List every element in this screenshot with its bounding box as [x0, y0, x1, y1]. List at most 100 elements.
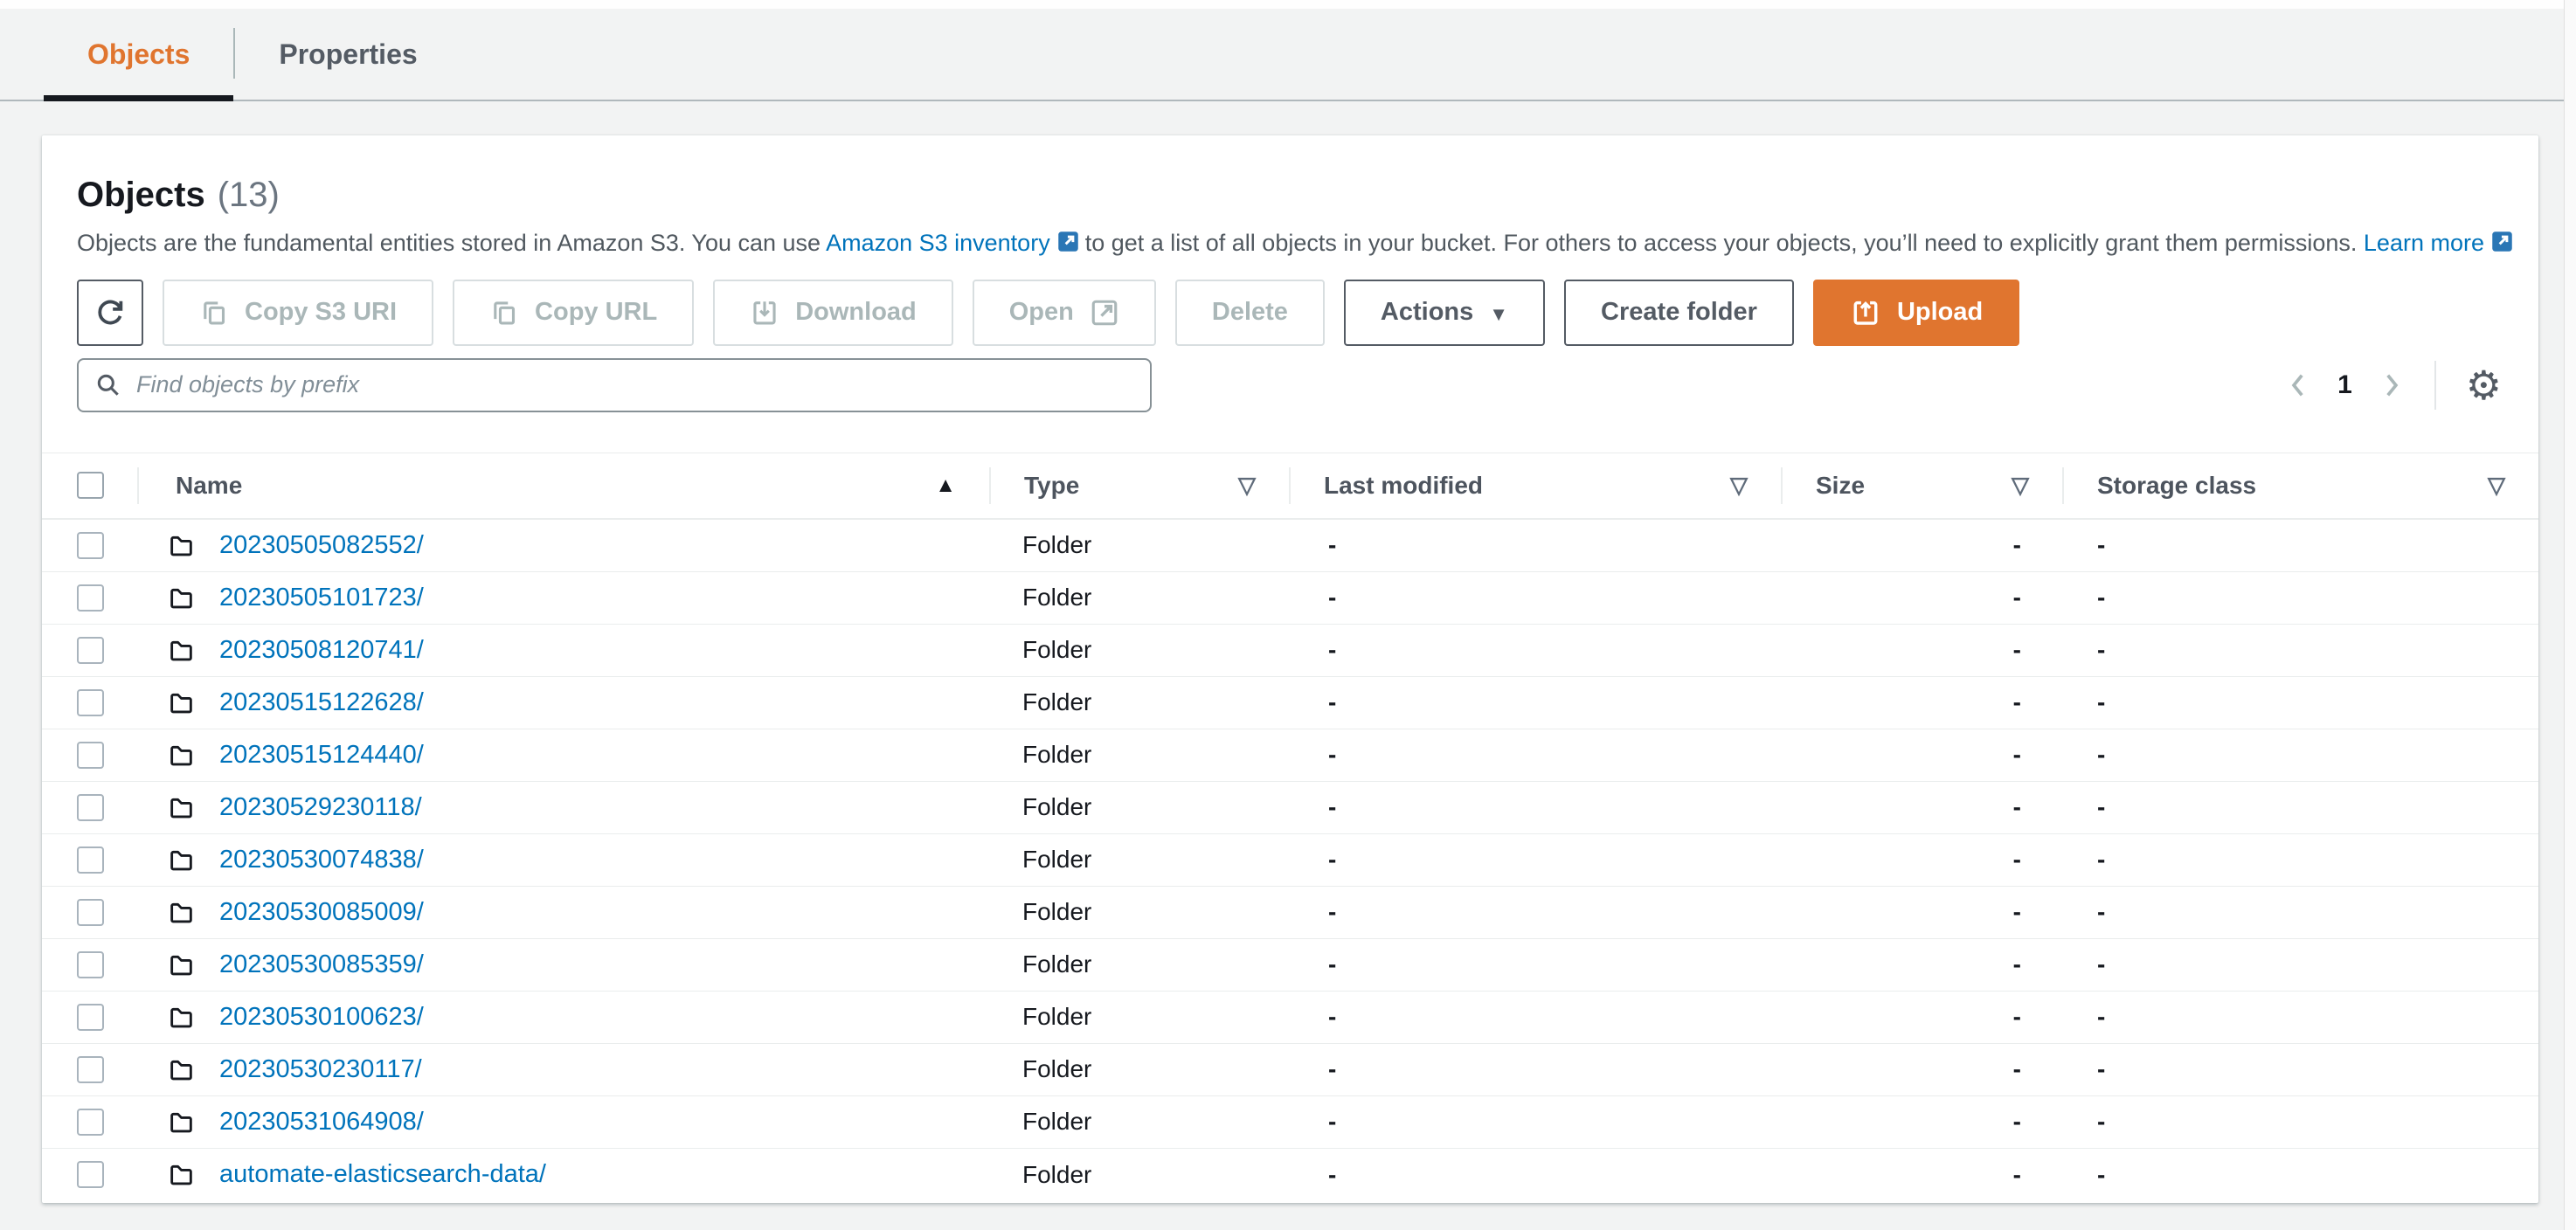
folder-link[interactable]: 20230515122628/ [219, 688, 424, 717]
next-page-button[interactable] [2379, 370, 2405, 400]
row-size-cell: - [2012, 898, 2021, 926]
row-last-modified-cell: - [1328, 1160, 1337, 1188]
filter-row: 1 ⚙ [77, 357, 2503, 412]
search-box[interactable] [77, 357, 1152, 412]
folder-icon [170, 1165, 192, 1185]
filter-icon[interactable]: ▽ [2488, 472, 2538, 499]
row-type-cell: Folder [1022, 531, 1092, 559]
row-checkbox[interactable] [77, 1055, 104, 1083]
copy-s3-uri-button[interactable]: Copy S3 URI [163, 279, 434, 346]
column-header-storage-class[interactable]: Storage class ▽ [2062, 453, 2538, 518]
row-name-cell: 20230530100623/ [137, 1003, 989, 1032]
folder-link[interactable]: 20230531064908/ [219, 1108, 424, 1137]
column-header-size[interactable]: Size ▽ [1781, 453, 2062, 518]
row-type-cell: Folder [1022, 950, 1092, 978]
search-icon [97, 374, 119, 396]
description-text-2: to get a list of all objects in your buc… [1084, 230, 2358, 256]
gear-icon: ⚙ [2465, 362, 2502, 408]
row-checkbox[interactable] [77, 846, 104, 874]
folder-link[interactable]: 20230529230118/ [219, 793, 422, 822]
folder-link[interactable]: 20230508120741/ [219, 636, 424, 665]
row-name-cell: 20230508120741/ [137, 636, 989, 665]
row-checkbox[interactable] [77, 898, 104, 926]
preferences-button[interactable]: ⚙ [2466, 365, 2502, 405]
column-header-name[interactable]: Name ▲ [137, 453, 989, 518]
select-all-checkbox[interactable] [77, 472, 104, 500]
folder-link[interactable]: 20230505082552/ [219, 531, 424, 560]
download-label: Download [795, 298, 917, 327]
row-checkbox[interactable] [77, 950, 104, 978]
row-last-modified-cell: - [1328, 1055, 1337, 1083]
row-size-cell: - [2012, 793, 2021, 821]
row-size-cell: - [2012, 688, 2021, 716]
row-select-cell [42, 572, 137, 624]
filter-icon[interactable]: ▽ [1730, 472, 1781, 499]
row-last-modified-cell: - [1328, 846, 1337, 874]
row-storage-class-cell: - [2097, 898, 2106, 926]
row-select-cell [42, 1149, 137, 1201]
folder-link[interactable]: automate-elasticsearch-data/ [219, 1160, 546, 1189]
row-last-modified-cell: - [1328, 531, 1337, 559]
open-button[interactable]: Open [972, 279, 1156, 346]
tab-objects[interactable]: Objects [44, 9, 234, 101]
upload-label: Upload [1896, 298, 1984, 327]
object-table-body: 20230505082552/ Folder - - - 20230505101… [42, 520, 2538, 1201]
row-checkbox[interactable] [77, 741, 104, 769]
row-checkbox[interactable] [77, 636, 104, 664]
folder-link[interactable]: 20230530074838/ [219, 846, 424, 874]
learn-more-link[interactable]: Learn more [2364, 230, 2484, 256]
panel-description: Objects are the fundamental entities sto… [77, 229, 2512, 259]
folder-link[interactable]: 20230505101723/ [219, 584, 424, 612]
copy-s3-uri-label: Copy S3 URI [245, 298, 398, 327]
row-select-cell [42, 834, 137, 886]
delete-button[interactable]: Delete [1174, 279, 1325, 346]
row-type-cell: Folder [1022, 1003, 1092, 1031]
row-size-cell: - [2012, 741, 2021, 769]
search-input[interactable] [136, 371, 1134, 399]
column-header-type[interactable]: Type ▽ [989, 453, 1289, 518]
previous-page-button[interactable] [2285, 370, 2311, 400]
row-type-cell: Folder [1022, 846, 1092, 874]
row-checkbox[interactable] [77, 584, 104, 612]
folder-icon [170, 640, 192, 661]
create-folder-button[interactable]: Create folder [1564, 279, 1794, 346]
row-checkbox[interactable] [77, 1003, 104, 1031]
table-row: 20230530100623/ Folder - - - [42, 992, 2538, 1044]
refresh-button[interactable] [77, 279, 143, 346]
row-name-cell: 20230531064908/ [137, 1108, 989, 1137]
folder-link[interactable]: 20230530230117/ [219, 1055, 422, 1084]
row-storage-class-cell: - [2097, 846, 2106, 874]
row-storage-class-cell: - [2097, 1055, 2106, 1083]
browser-scrollbar[interactable] [2564, 0, 2576, 1230]
row-name-cell: 20230505082552/ [137, 531, 989, 560]
row-last-modified-cell: - [1328, 793, 1337, 821]
row-checkbox[interactable] [77, 1108, 104, 1136]
download-icon [753, 301, 776, 325]
sort-ascending-icon[interactable]: ▲ [935, 473, 989, 498]
folder-link[interactable]: 20230530085009/ [219, 898, 424, 927]
folder-icon [170, 955, 192, 976]
column-header-last-modified[interactable]: Last modified ▽ [1289, 453, 1781, 518]
tab-properties[interactable]: Properties [235, 9, 460, 100]
copy-url-button[interactable]: Copy URL [453, 279, 695, 346]
row-checkbox[interactable] [77, 531, 104, 559]
actions-button[interactable]: Actions ▼ [1343, 279, 1546, 346]
row-name-cell: 20230529230118/ [137, 793, 989, 822]
row-checkbox[interactable] [77, 1161, 104, 1189]
filter-icon[interactable]: ▽ [1238, 472, 1289, 499]
tab-objects-label: Objects [87, 38, 190, 70]
row-checkbox[interactable] [77, 793, 104, 821]
row-last-modified-cell: - [1328, 741, 1337, 769]
upload-button[interactable]: Upload [1812, 279, 2020, 346]
row-select-cell [42, 887, 137, 938]
s3-inventory-link[interactable]: Amazon S3 inventory [826, 230, 1050, 256]
folder-link[interactable]: 20230515124440/ [219, 741, 424, 770]
filter-icon[interactable]: ▽ [2012, 472, 2062, 499]
download-button[interactable]: Download [713, 279, 953, 346]
row-name-cell: 20230530230117/ [137, 1055, 989, 1084]
row-checkbox[interactable] [77, 688, 104, 716]
row-storage-class-cell: - [2097, 793, 2106, 821]
folder-link[interactable]: 20230530085359/ [219, 950, 424, 979]
objects-panel: Objects (13) Objects are the fundamental… [42, 135, 2538, 1203]
folder-link[interactable]: 20230530100623/ [219, 1003, 424, 1032]
